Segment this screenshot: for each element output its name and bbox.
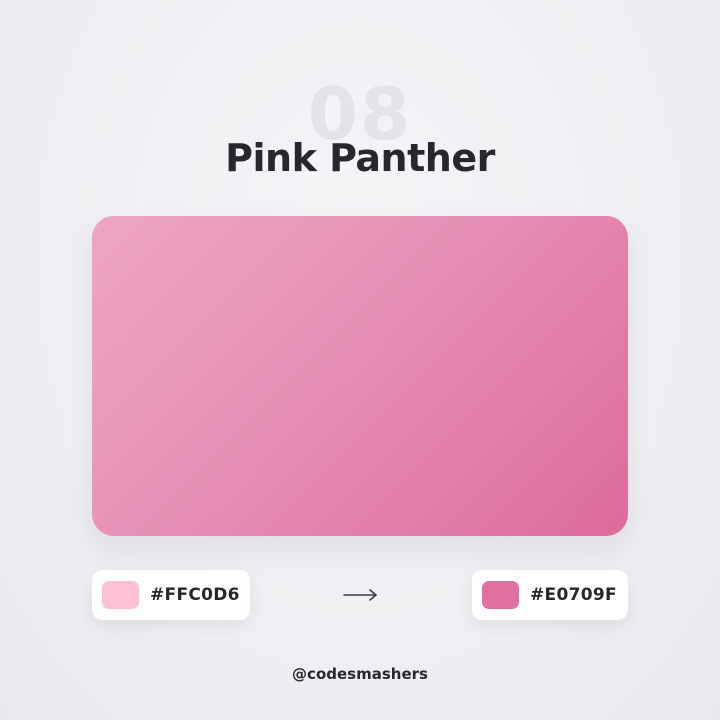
end-color-swatch[interactable]: #E0709F — [472, 570, 628, 620]
start-color-swatch[interactable]: #FFC0D6 — [92, 570, 250, 620]
author-handle: @codesmashers — [292, 665, 428, 683]
arrow-right-icon — [343, 589, 377, 601]
gradient-preview — [92, 216, 628, 536]
end-color-hex: #E0709F — [530, 585, 617, 605]
start-color-hex: #FFC0D6 — [150, 585, 240, 605]
palette-title: Pink Panther — [225, 136, 495, 180]
palette-card-page: 08 Pink Panther #FFC0D6 #E0709F @codesma… — [0, 0, 720, 720]
end-color-chip — [482, 581, 519, 609]
start-color-chip — [102, 581, 139, 609]
